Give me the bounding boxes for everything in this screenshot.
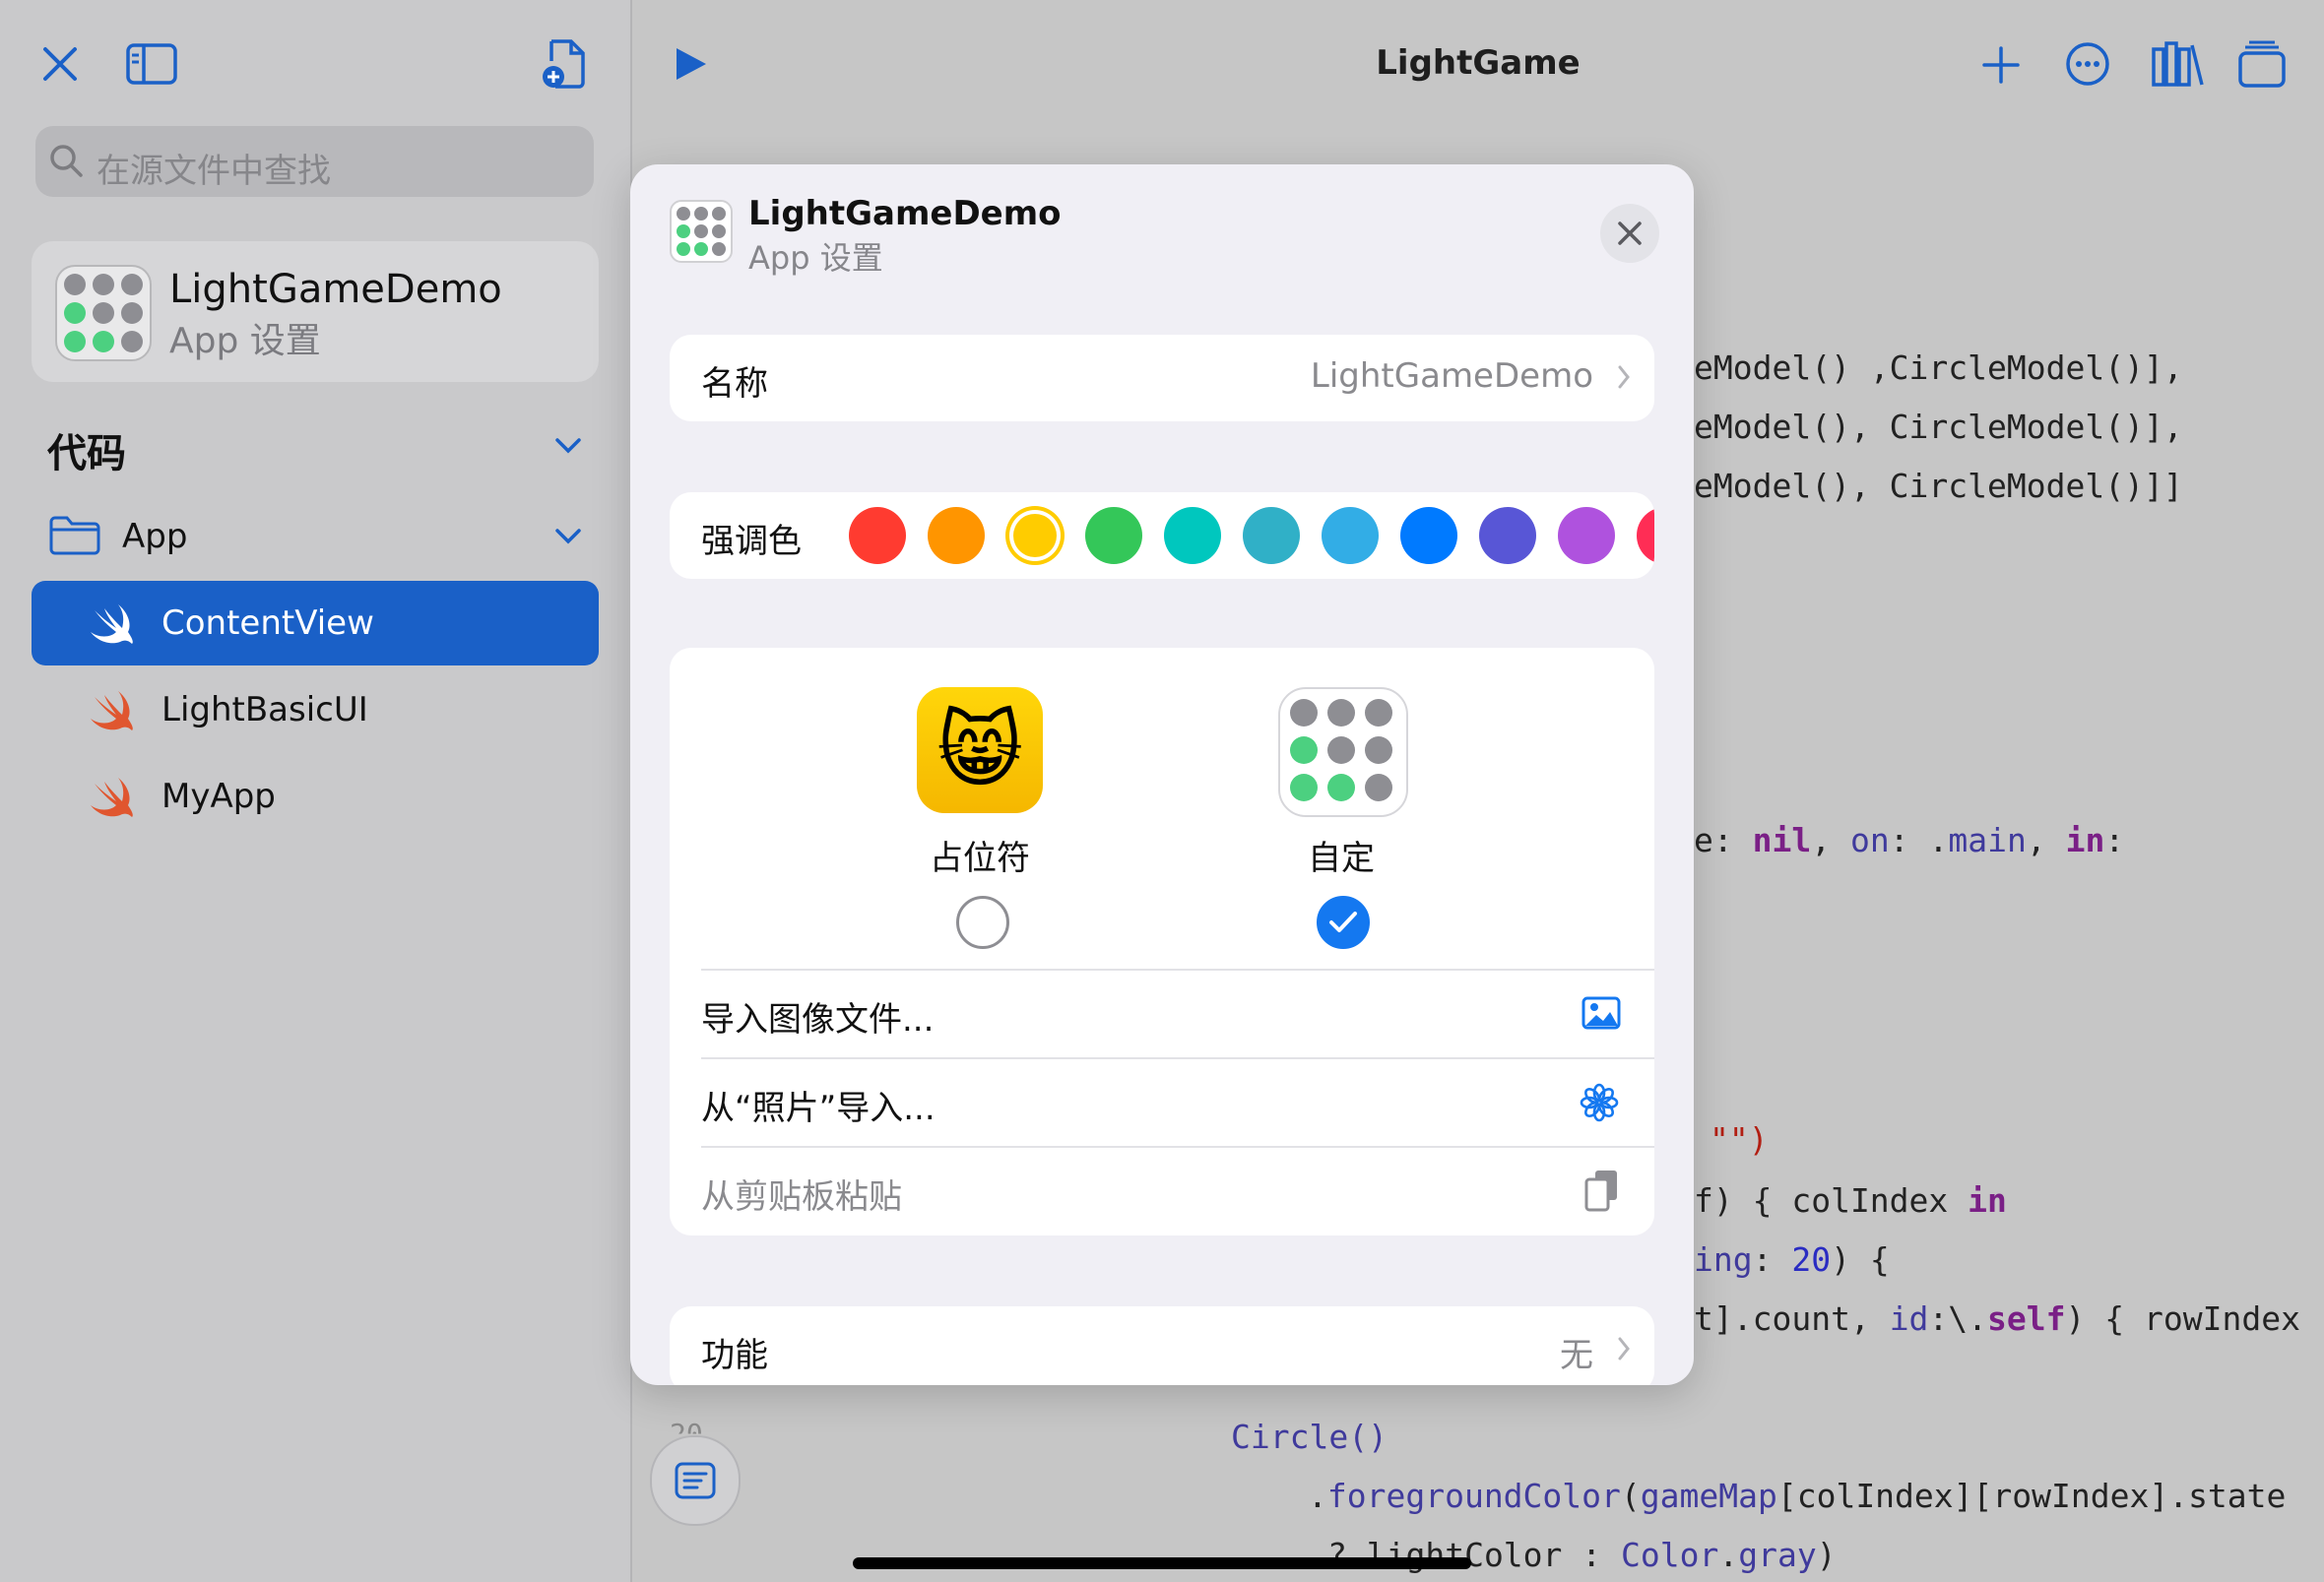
accent-color-row: 强调色 — [670, 492, 1654, 579]
project-subtitle: App 设置 — [169, 321, 321, 361]
sidebar: 在源文件中查找 LightGameDemo App 设置 代码 App Cont… — [0, 0, 632, 1582]
placeholder-radio[interactable] — [956, 896, 1009, 949]
import-photos-label: 从“照片”导入... — [701, 1089, 936, 1128]
chevron-right-icon — [1618, 365, 1630, 389]
swift-icon — [91, 691, 133, 730]
name-label: 名称 — [701, 364, 768, 404]
code-line: e: nil, on: .main, in: — [1694, 821, 2125, 859]
code-line: .foregroundColor(gameMap[colIndex][rowIn… — [1308, 1477, 2287, 1515]
accent-swatch[interactable] — [1479, 507, 1536, 564]
code-line: eModel(), CircleModel()], — [1694, 408, 2183, 446]
accent-swatch[interactable] — [1637, 507, 1654, 564]
app-settings-modal: LightGameDemo App 设置 名称 LightGameDemo 强调… — [630, 164, 1694, 1385]
chevron-down-icon[interactable] — [554, 528, 582, 545]
folder-app[interactable]: App — [122, 517, 187, 556]
cat-icon: 😸 — [936, 702, 1023, 798]
paste-row: 从剪贴板粘贴 — [670, 1148, 1654, 1234]
chevron-right-icon — [1618, 1337, 1630, 1361]
accent-label: 强调色 — [701, 522, 802, 561]
more-icon[interactable] — [2065, 41, 2110, 87]
code-line: "") — [1710, 1120, 1769, 1159]
name-value: LightGameDemo — [1310, 356, 1593, 396]
search-icon — [50, 145, 83, 177]
accent-swatch[interactable] — [1085, 507, 1142, 564]
import-image-label: 导入图像文件... — [701, 1000, 935, 1040]
photo-icon — [1582, 996, 1621, 1030]
features-value: 无 — [1560, 1336, 1593, 1375]
accent-swatch[interactable] — [1558, 507, 1615, 564]
home-indicator — [853, 1557, 1471, 1569]
search-input[interactable]: 在源文件中查找 — [35, 126, 594, 197]
modal-title: LightGameDemo — [748, 194, 1062, 233]
clipboard-icon — [1584, 1171, 1617, 1212]
sidebar-toggle-icon[interactable] — [126, 43, 177, 85]
custom-icon-option[interactable] — [1278, 687, 1408, 817]
photos-app-icon — [1580, 1083, 1619, 1122]
features-row[interactable]: 功能 无 — [670, 1306, 1654, 1385]
document-icon — [675, 1462, 716, 1499]
checkmark-icon — [1329, 912, 1357, 932]
library-icon[interactable] — [2151, 39, 2204, 87]
code-line: eModel(), CircleModel()]] — [1694, 467, 2183, 505]
accent-swatch[interactable] — [849, 507, 906, 564]
folder-icon — [49, 516, 100, 555]
accent-swatch[interactable] — [1164, 507, 1221, 564]
code-line: eModel() ,CircleModel()], — [1694, 348, 2183, 387]
chevron-down-icon[interactable] — [554, 437, 582, 455]
close-icon — [1618, 221, 1642, 245]
file-label-contentview: ContentView — [161, 603, 374, 643]
add-icon[interactable] — [1981, 45, 2021, 85]
code-line: ing: 20) { — [1694, 1240, 1890, 1279]
new-file-icon[interactable] — [540, 37, 587, 91]
custom-radio-checked[interactable] — [1317, 896, 1370, 949]
project-name: LightGameDemo — [169, 267, 502, 312]
file-label-lightbasicui[interactable]: LightBasicUI — [161, 690, 368, 729]
swift-icon — [91, 604, 133, 644]
modal-subtitle: App 设置 — [748, 239, 883, 277]
documentation-button[interactable] — [650, 1435, 741, 1526]
icon-choice-group: 😸 占位符 自定 导入图像文件... 从“照片”导入... 从剪贴板粘贴 — [670, 648, 1654, 1235]
code-line: f) { colIndex in — [1694, 1181, 2007, 1220]
swift-icon — [91, 778, 133, 817]
custom-label: 自定 — [1308, 839, 1375, 878]
code-line: t].count, id:\.self) { rowIndex — [1694, 1299, 2300, 1338]
accent-swatch[interactable] — [1400, 507, 1457, 564]
close-icon[interactable] — [39, 43, 81, 85]
app-icon — [55, 265, 152, 361]
name-row[interactable]: 名称 LightGameDemo — [670, 335, 1654, 421]
windows-icon[interactable] — [2237, 39, 2287, 89]
section-title-code: 代码 — [47, 431, 126, 476]
import-photos-row[interactable]: 从“照片”导入... — [670, 1059, 1654, 1146]
placeholder-icon-option[interactable]: 😸 — [917, 687, 1043, 813]
accent-swatch[interactable] — [1009, 510, 1061, 561]
file-label-myapp[interactable]: MyApp — [161, 777, 276, 816]
close-button[interactable] — [1600, 204, 1659, 263]
app-icon — [670, 200, 733, 263]
code-line: Circle() — [1231, 1418, 1388, 1456]
accent-swatch[interactable] — [1322, 507, 1379, 564]
project-card[interactable]: LightGameDemo App 设置 — [32, 241, 599, 382]
search-placeholder: 在源文件中查找 — [97, 152, 331, 191]
accent-swatch[interactable] — [928, 507, 985, 564]
paste-label: 从剪贴板粘贴 — [701, 1177, 902, 1217]
import-image-row[interactable]: 导入图像文件... — [670, 971, 1654, 1057]
placeholder-label: 占位符 — [930, 839, 1030, 878]
accent-swatch[interactable] — [1243, 507, 1300, 564]
features-label: 功能 — [701, 1336, 768, 1375]
